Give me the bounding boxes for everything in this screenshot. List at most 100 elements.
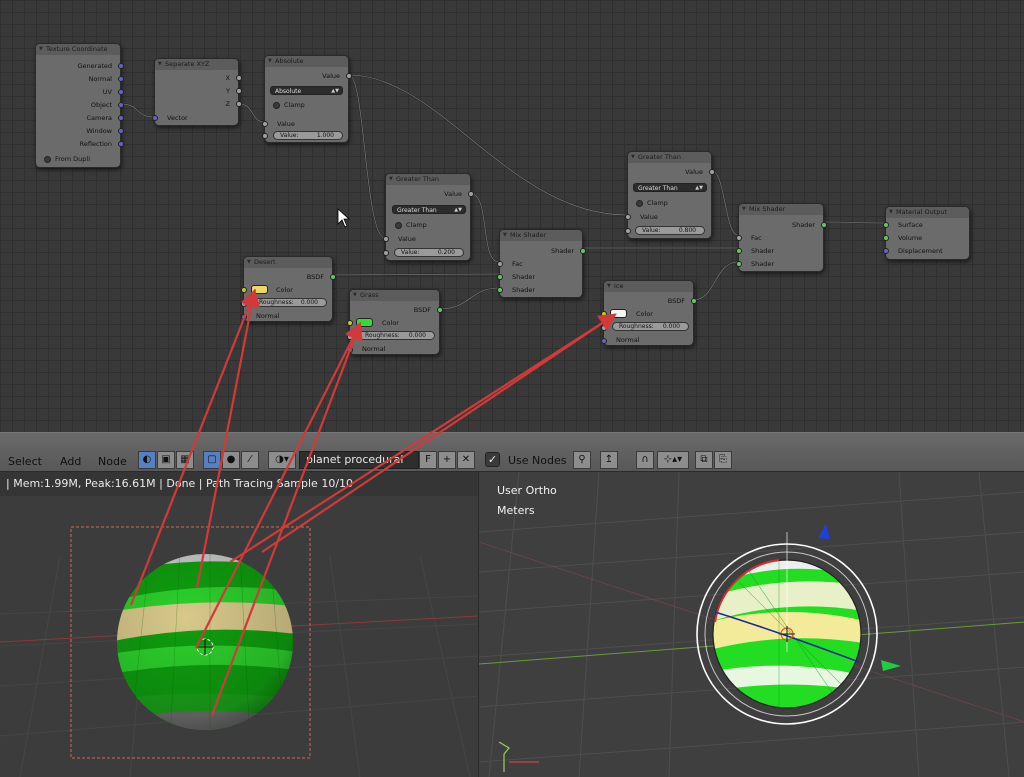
node-mix-shader-2[interactable]: ▼ Mix Shader Shader Fac Shader Shader [736, 203, 827, 272]
collapse-triangle-icon[interactable]: ▼ [268, 56, 272, 67]
socket-value-in[interactable] [625, 214, 631, 220]
socket-volume-in[interactable] [883, 235, 889, 241]
node-separate-xyz[interactable]: ▼ Separate XYZ X Y Z Vector [152, 58, 242, 126]
socket-bsdf-out[interactable] [691, 298, 697, 304]
collapse-triangle-icon[interactable]: ▼ [389, 174, 393, 185]
z-axis-handle-icon[interactable] [818, 524, 830, 539]
socket-camera[interactable] [118, 115, 124, 121]
socket-bsdf-out[interactable] [437, 307, 443, 313]
socket-x[interactable] [236, 75, 242, 81]
texture-nodes-button[interactable]: ▦ [176, 451, 194, 469]
3d-viewport-ortho[interactable]: User Ortho Meters [478, 472, 1024, 777]
node-texture-coordinate[interactable]: ▼ Texture Coordinate Generated Normal UV … [35, 43, 124, 168]
socket-uv[interactable] [118, 89, 124, 95]
clamp-checkbox[interactable] [636, 200, 643, 207]
backdrop-pin-button[interactable]: ⚲ [573, 451, 591, 469]
node-header[interactable]: ▼ Desert [244, 257, 332, 268]
value-field[interactable]: Value: 1.000 [273, 131, 343, 140]
socket-value-out[interactable] [346, 73, 352, 79]
node-header[interactable]: ▼ Greater Than [386, 174, 470, 185]
node-header[interactable]: ▼ Greater Than [628, 152, 711, 163]
linestyle-shader-button[interactable]: ⁄ [241, 451, 259, 469]
color-swatch[interactable] [610, 309, 627, 318]
socket-value-in-2[interactable] [625, 228, 631, 234]
socket-roughness-in[interactable] [601, 325, 607, 331]
operation-dropdown[interactable]: Greater Than ▲▼ [392, 205, 466, 214]
socket-shader-in-1[interactable] [736, 248, 742, 254]
socket-object[interactable] [118, 102, 124, 108]
color-swatch[interactable] [356, 318, 373, 327]
node-header[interactable]: ▼ Ice [604, 281, 693, 292]
node-material-output[interactable]: ▼ Material Output Surface Volume Displace… [883, 206, 970, 260]
parent-node-tree-button[interactable]: ↥ [600, 451, 618, 469]
collapse-triangle-icon[interactable]: ▼ [503, 230, 507, 241]
node-header[interactable]: ▼ Mix Shader [500, 230, 582, 241]
socket-shader-in-2[interactable] [736, 261, 742, 267]
socket-vector-in[interactable] [152, 115, 158, 121]
collapse-triangle-icon[interactable]: ▼ [158, 59, 162, 70]
node-header[interactable]: ▼ Texture Coordinate [36, 44, 120, 55]
socket-value-in[interactable] [383, 236, 389, 242]
roughness-field[interactable]: Roughness: 0.000 [358, 331, 435, 340]
node-ice-bsdf[interactable]: ▼ Ice BSDF Color Roughness: 0.000 Normal [601, 280, 697, 346]
socket-normal-in[interactable] [601, 338, 607, 344]
menu-add[interactable]: Add [60, 455, 81, 468]
collapse-triangle-icon[interactable]: ▼ [247, 257, 251, 268]
object-shader-button[interactable]: ▢ [203, 451, 221, 469]
node-header[interactable]: ▼ Mix Shader [739, 204, 823, 215]
node-absolute[interactable]: ▼ Absolute Value Absolute ▲▼ Clamp Value V… [262, 55, 352, 143]
socket-shader-out[interactable] [580, 248, 586, 254]
socket-y[interactable] [236, 88, 242, 94]
unlink-material-button[interactable]: ✕ [457, 451, 475, 469]
roughness-field[interactable]: Roughness: 0.000 [612, 322, 689, 331]
from-dupli-checkbox[interactable] [44, 156, 51, 163]
node-header[interactable]: ▼ Absolute [265, 56, 348, 67]
node-editor[interactable]: ▼ Texture Coordinate Generated Normal UV … [0, 0, 1024, 432]
collapse-triangle-icon[interactable]: ▼ [742, 204, 746, 215]
socket-value-in[interactable] [262, 121, 268, 127]
paste-nodes-button[interactable]: ⎘ [714, 451, 732, 469]
material-browse-button[interactable]: ◑▾ [268, 451, 296, 469]
material-name-field[interactable]: planet procedural [299, 451, 419, 469]
compositing-nodes-button[interactable]: ▣ [157, 451, 175, 469]
snap-element-dropdown[interactable]: ⊹▴▾ [657, 451, 689, 469]
socket-roughness-in[interactable] [241, 301, 247, 307]
socket-roughness-in[interactable] [347, 334, 353, 340]
fake-user-button[interactable]: F [419, 451, 437, 469]
socket-color-in[interactable] [241, 287, 247, 293]
socket-fac-in[interactable] [497, 261, 503, 267]
socket-value-out[interactable] [709, 169, 715, 175]
socket-normal[interactable] [118, 76, 124, 82]
socket-generated[interactable] [118, 63, 124, 69]
socket-displacement-in[interactable] [883, 248, 889, 254]
value-field[interactable]: Value: 0.800 [635, 226, 705, 235]
node-desert-bsdf[interactable]: ▼ Desert BSDF Color Roughness: 0.000 Norma… [241, 256, 336, 322]
clamp-checkbox[interactable] [273, 102, 280, 109]
socket-normal-in[interactable] [241, 314, 247, 320]
socket-bsdf-out[interactable] [330, 274, 336, 280]
node-greater-than-2[interactable]: ▼ Greater Than Value Greater Than ▲▼ Clamp… [625, 151, 715, 239]
socket-reflection[interactable] [118, 141, 124, 147]
socket-fac-in[interactable] [736, 235, 742, 241]
socket-normal-in[interactable] [347, 347, 353, 353]
collapse-triangle-icon[interactable]: ▼ [353, 290, 357, 301]
collapse-triangle-icon[interactable]: ▼ [631, 152, 635, 163]
value-field[interactable]: Value: 0.200 [394, 248, 464, 257]
menu-node[interactable]: Node [98, 455, 127, 468]
socket-shader-out[interactable] [821, 222, 827, 228]
shader-nodes-button[interactable]: ◐ [138, 451, 156, 469]
socket-z[interactable] [236, 101, 242, 107]
new-material-button[interactable]: + [438, 451, 456, 469]
snap-toggle-button[interactable]: ∩ [636, 451, 654, 469]
socket-window[interactable] [118, 128, 124, 134]
color-swatch[interactable] [251, 285, 268, 294]
roughness-field[interactable]: Roughness: 0.000 [252, 298, 327, 307]
operation-dropdown[interactable]: Greater Than ▲▼ [633, 183, 707, 192]
use-nodes-checkbox[interactable]: ✓ [485, 452, 500, 467]
world-shader-button[interactable]: ● [222, 451, 240, 469]
socket-color-in[interactable] [601, 311, 607, 317]
socket-value-in-2[interactable] [262, 133, 268, 139]
node-header[interactable]: ▼ Material Output [886, 207, 969, 218]
socket-shader-in-2[interactable] [497, 287, 503, 293]
rendered-viewport[interactable] [0, 496, 478, 777]
